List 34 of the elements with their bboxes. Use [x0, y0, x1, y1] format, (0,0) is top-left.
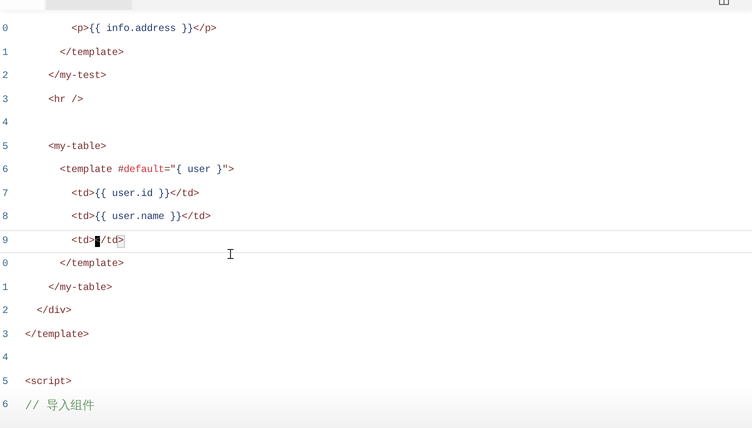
code-line: </template> — [58, 259, 124, 270]
line-number: 1 — [1, 48, 8, 59]
line-number: 7 — [1, 188, 8, 200]
line-number: 6 — [1, 400, 8, 412]
split-editor-icon[interactable] — [719, 0, 729, 5]
line-number: 8 — [1, 212, 8, 224]
code-line: </my-test> — [47, 71, 106, 82]
line-number: 0 — [1, 259, 8, 270]
code-line: </template> — [58, 48, 124, 59]
line-number: 3 — [1, 94, 8, 106]
line-number: 0 — [1, 24, 8, 36]
line-number: 1 — [1, 282, 8, 294]
text-cursor-icon — [227, 249, 234, 259]
code-line: <my-table> — [47, 142, 106, 153]
code-line: // 导入组件 — [25, 398, 95, 414]
code-line: <td>{{ user.id }}</td> — [70, 188, 200, 200]
code-line: </template> — [25, 330, 89, 341]
line-number: 5 — [1, 142, 8, 153]
code-line: <script> — [25, 376, 72, 388]
code-line: </my-table> — [47, 282, 112, 294]
code-line: <td></td> — [70, 236, 124, 247]
line-number: 6 — [1, 165, 8, 176]
line-number: 4 — [1, 118, 8, 130]
code-line: <p>{{ info.address }}</p> — [70, 24, 216, 36]
line-number: 5 — [1, 376, 8, 388]
code-line: <template #default="{ user }"> — [58, 165, 234, 176]
line-number: 2 — [1, 306, 8, 318]
line-number: 9 — [1, 236, 8, 247]
line-number: 4 — [1, 353, 8, 364]
line-number: 3 — [1, 330, 8, 341]
code-line: <hr /> — [47, 94, 84, 106]
line-number: 2 — [1, 71, 8, 82]
code-line: <td>{{ user.name }}</td> — [70, 212, 211, 224]
code-line: </div> — [36, 306, 72, 318]
